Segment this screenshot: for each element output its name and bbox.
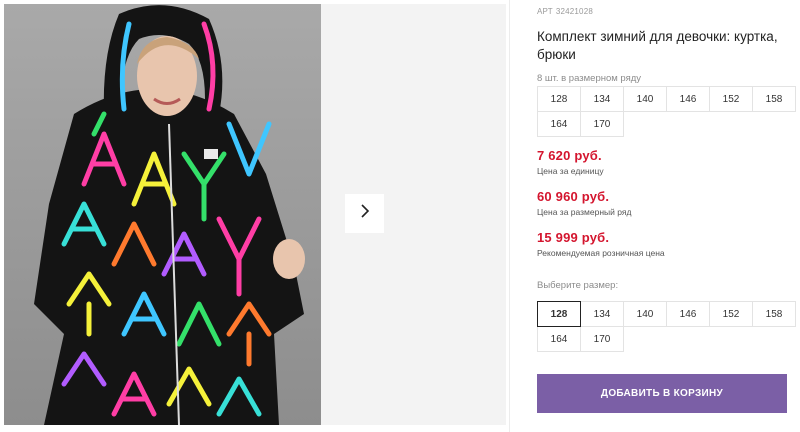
product-gallery: [0, 0, 510, 432]
size-option[interactable]: 146: [666, 301, 710, 327]
range-price: 60 960 руб.: [537, 189, 610, 204]
range-price-label: Цена за размерный ряд: [537, 207, 632, 217]
size-option[interactable]: 170: [580, 326, 624, 352]
product-photo: [4, 4, 321, 425]
article-prefix: АРТ: [537, 7, 553, 16]
size-range-cell: 152: [709, 86, 753, 112]
next-image-button[interactable]: [345, 194, 384, 233]
size-option[interactable]: 134: [580, 301, 624, 327]
unit-price: 7 620 руб.: [537, 148, 602, 163]
product-title: Комплект зимний для девочки: куртка, брю…: [537, 29, 778, 62]
unit-price-label: Цена за единицу: [537, 166, 604, 176]
size-option[interactable]: 158: [752, 301, 796, 327]
size-select-caption: Выберите размер:: [537, 280, 619, 291]
girl-in-neon-winter-suit-image: [4, 4, 321, 425]
size-select-grid: 128 134 140 146 152 158 164 170: [537, 301, 796, 352]
size-range-cell: 170: [580, 111, 624, 137]
retail-price: 15 999 руб.: [537, 230, 610, 245]
panel-divider: [509, 0, 510, 432]
size-range-cell: 140: [623, 86, 667, 112]
article-value: 32421028: [555, 7, 594, 16]
size-range-cell: 128: [537, 86, 581, 112]
size-range-caption: 8 шт. в размерном ряду: [537, 73, 642, 84]
size-option[interactable]: 140: [623, 301, 667, 327]
add-to-cart-button[interactable]: ДОБАВИТЬ В КОРЗИНУ: [537, 374, 787, 413]
size-option[interactable]: 164: [537, 326, 581, 352]
chevron-right-icon: [359, 203, 371, 224]
size-option-selected[interactable]: 128: [537, 301, 581, 327]
size-range-cell: 164: [537, 111, 581, 137]
size-range-grid: 128 134 140 146 152 158 164 170: [537, 86, 796, 137]
size-option[interactable]: 152: [709, 301, 753, 327]
size-range-cell: 158: [752, 86, 796, 112]
article-number: АРТ 32421028: [537, 7, 593, 16]
size-range-cell: 134: [580, 86, 624, 112]
size-range-cell: 146: [666, 86, 710, 112]
retail-price-label: Рекомендуемая розничная цена: [537, 248, 665, 258]
